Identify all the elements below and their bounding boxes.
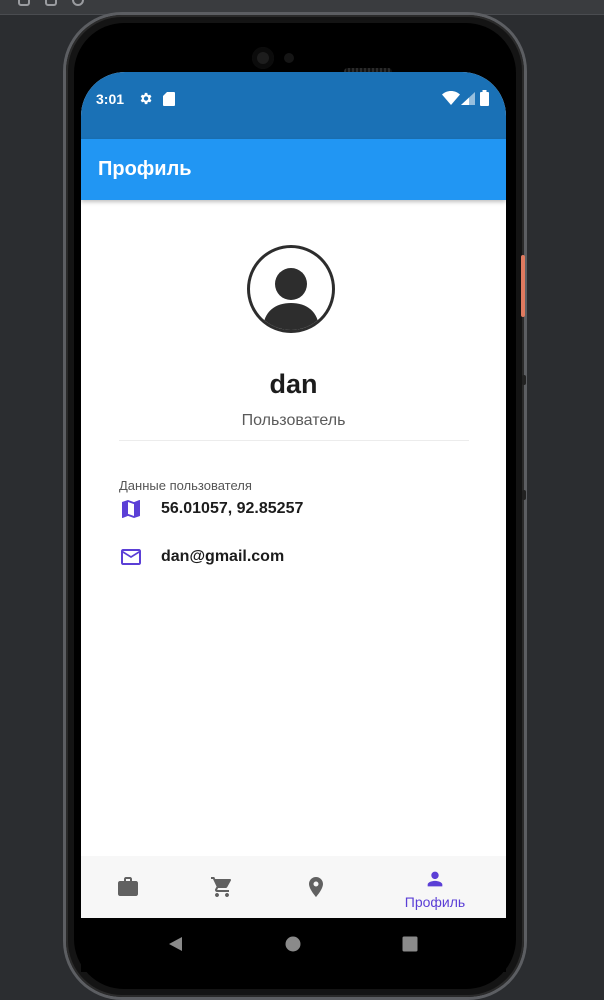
app-screen: 3:01 Профиль dan Пользователь Данные пол… xyxy=(81,72,506,918)
emulator-toolbar xyxy=(0,0,604,15)
home-icon[interactable] xyxy=(285,936,301,952)
system-navigation-bar xyxy=(81,918,506,972)
app-bar: Профиль xyxy=(81,139,506,200)
nav-item-catalog[interactable] xyxy=(89,856,169,918)
sd-card-icon xyxy=(163,92,175,106)
nav-item-profile[interactable]: Профиль xyxy=(395,856,475,918)
email-value: dan@gmail.com xyxy=(161,548,285,565)
wifi-icon xyxy=(442,91,460,105)
profile-role: Пользователь xyxy=(241,412,346,429)
email-icon xyxy=(121,549,141,565)
recents-icon[interactable] xyxy=(402,936,418,952)
status-time: 3:01 xyxy=(96,91,125,107)
screenshot-tool-icon[interactable] xyxy=(45,0,57,6)
user-data-section-label: Данные пользователя xyxy=(119,478,252,493)
email-row: dan@gmail.com xyxy=(119,545,369,573)
front-camera xyxy=(252,47,274,69)
nav-item-profile-label: Профиль xyxy=(404,894,466,910)
location-row: 56.01057, 92.85257 xyxy=(119,497,369,525)
avatar[interactable] xyxy=(247,245,335,333)
back-icon[interactable] xyxy=(168,936,184,952)
account-circle-icon xyxy=(263,268,319,330)
front-sensor xyxy=(284,53,294,63)
nav-item-map[interactable] xyxy=(276,856,356,918)
page-title: Профиль xyxy=(98,158,192,180)
power-button[interactable] xyxy=(521,255,525,317)
signal-icon xyxy=(461,92,475,105)
person-icon xyxy=(427,871,443,887)
divider xyxy=(119,440,469,441)
cart-icon xyxy=(211,877,232,897)
gear-icon xyxy=(140,92,152,105)
location-value: 56.01057, 92.85257 xyxy=(161,500,304,517)
profile-name: dan xyxy=(269,369,318,399)
map-icon xyxy=(122,500,140,518)
record-tool-icon[interactable] xyxy=(72,0,84,6)
status-bar: 3:01 xyxy=(81,72,506,139)
location-pin-icon xyxy=(309,877,323,897)
camera-tool-icon[interactable] xyxy=(18,0,30,6)
nav-item-cart[interactable] xyxy=(182,856,262,918)
bottom-navigation: Профиль xyxy=(81,856,506,918)
briefcase-icon xyxy=(118,877,138,896)
volume-down-button[interactable] xyxy=(522,490,526,500)
volume-up-button[interactable] xyxy=(522,375,526,385)
battery-icon xyxy=(480,90,489,106)
